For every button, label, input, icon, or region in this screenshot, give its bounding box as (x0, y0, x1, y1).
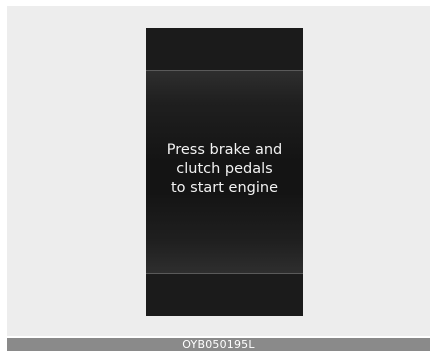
figure-caption: OYB050195L (7, 338, 430, 351)
warning-message: Press brake and clutch pedals to start e… (146, 141, 303, 198)
message-line-1: Press brake and (166, 142, 283, 158)
message-line-2: clutch pedals (176, 161, 273, 177)
message-line-3: to start engine (170, 180, 278, 196)
cluster-display: Press brake and clutch pedals to start e… (146, 28, 303, 316)
